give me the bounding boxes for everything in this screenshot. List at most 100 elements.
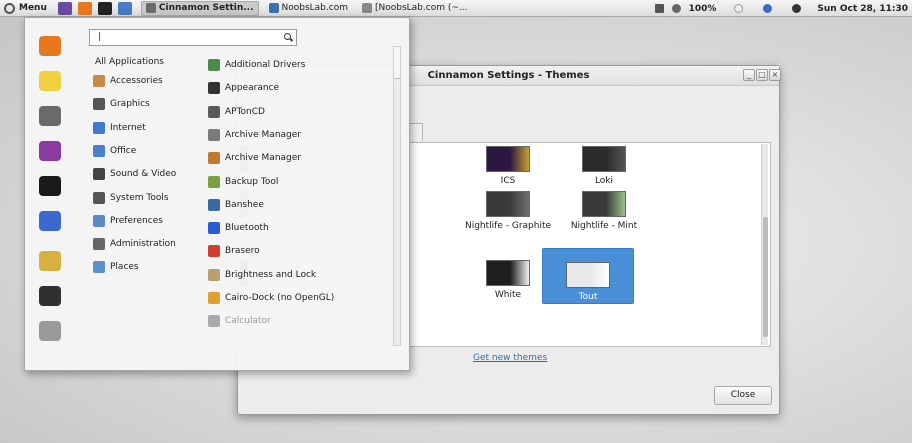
taskbar-item[interactable]: [NoobsLab.com (~... — [358, 1, 471, 16]
category-item[interactable]: Accessories — [93, 74, 163, 88]
category-item[interactable]: Office — [93, 144, 136, 158]
category-label: Sound & Video — [110, 169, 177, 180]
terminal-icon[interactable] — [97, 1, 112, 15]
app-label: Bluetooth — [225, 223, 269, 234]
lock-icon[interactable] — [39, 251, 61, 271]
theme-item[interactable]: White — [463, 260, 553, 301]
update-icon[interactable] — [734, 4, 744, 13]
scrollbar-thumb[interactable] — [763, 217, 768, 337]
menu-scrollbar-thumb[interactable] — [394, 47, 400, 79]
app-label: APTonCD — [225, 106, 265, 117]
volume-icon[interactable] — [671, 4, 681, 13]
taskbar: Cinnamon Settin... NoobsLab.com [NoobsLab.… — [135, 0, 472, 16]
theme-preview — [486, 146, 530, 172]
app-item[interactable]: Brasero — [208, 244, 260, 258]
category-item[interactable]: Sound & Video — [93, 167, 176, 181]
category-label: Places — [110, 262, 139, 273]
app-item[interactable]: APTonCD — [208, 105, 265, 119]
category-item[interactable]: Administration — [93, 237, 176, 251]
theme-name: Loki — [594, 176, 614, 186]
gear-icon — [4, 2, 15, 14]
app-item[interactable]: Cairo-Dock (no OpenGL) — [208, 291, 334, 305]
archive-icon — [208, 128, 220, 141]
photos-icon[interactable] — [57, 1, 72, 15]
app-label: Cairo-Dock (no OpenGL) — [225, 293, 335, 303]
system-tray: 100% Sun Oct 28, 11:30 — [651, 0, 912, 17]
theme-name: Nightlife - Mint — [570, 221, 638, 231]
theme-preview — [582, 191, 626, 217]
app-item[interactable]: Appearance — [208, 81, 279, 95]
close-button[interactable]: Close — [714, 386, 772, 405]
battery-percent[interactable]: 100% — [689, 4, 717, 14]
minimize-button[interactable]: _ — [743, 69, 755, 81]
category-item[interactable]: Internet — [93, 121, 146, 135]
calculator-icon — [208, 315, 220, 328]
get-new-themes-link[interactable]: Get new themes — [473, 353, 547, 363]
administration-icon — [93, 238, 105, 251]
firefox-icon[interactable] — [77, 1, 92, 15]
appearance-icon — [208, 82, 220, 95]
music-icon[interactable] — [39, 141, 61, 161]
theme-preview — [566, 262, 610, 288]
app-label: Backup Tool — [225, 176, 279, 187]
theme-item[interactable]: Tout — [542, 248, 634, 304]
category-item[interactable]: Places — [93, 260, 139, 274]
category-label: System Tools — [110, 192, 169, 203]
aptoncd-icon — [208, 105, 220, 118]
theme-preview — [582, 146, 626, 172]
firefox-icon[interactable] — [39, 36, 61, 56]
app-item[interactable]: Additional Drivers — [208, 58, 305, 72]
category-item[interactable]: Preferences — [93, 214, 163, 228]
window-icon — [268, 3, 279, 13]
app-label: Brasero — [225, 246, 260, 257]
app-item[interactable]: Banshee — [208, 198, 264, 212]
bluetooth-icon — [208, 222, 220, 235]
theme-item[interactable]: Loki — [559, 146, 649, 187]
category-item[interactable]: System Tools — [93, 191, 169, 205]
search-icon[interactable] — [284, 33, 291, 40]
power-icon[interactable] — [39, 286, 61, 306]
menu-button[interactable]: Menu — [0, 0, 51, 17]
device-icon[interactable] — [39, 321, 61, 341]
menu-scrollbar[interactable] — [393, 46, 401, 346]
theme-item[interactable]: Nightlife - Mint — [559, 191, 649, 232]
category-all-applications[interactable]: All Applications — [95, 57, 164, 67]
app-item[interactable]: Archive Manager — [208, 151, 301, 165]
internet-icon — [93, 121, 105, 134]
media-icon — [93, 168, 105, 181]
theme-item[interactable]: Nightlife - Graphite — [463, 191, 553, 232]
taskbar-item-label: [NoobsLab.com (~... — [374, 3, 468, 13]
terminal-icon[interactable] — [39, 176, 61, 196]
settings-icon[interactable] — [117, 1, 132, 15]
settings-icon[interactable] — [39, 106, 61, 126]
places-icon — [93, 261, 105, 274]
info-icon[interactable] — [763, 4, 773, 13]
category-label: Preferences — [110, 215, 163, 226]
app-item[interactable]: Backup Tool — [208, 175, 278, 189]
category-item[interactable]: Graphics — [93, 97, 150, 111]
app-label: Additional Drivers — [225, 60, 306, 70]
network-icon[interactable] — [654, 4, 664, 13]
themes-scrollbar[interactable] — [761, 144, 768, 345]
app-item[interactable]: Brightness and Lock — [208, 268, 316, 282]
app-item[interactable]: Archive Manager — [208, 128, 301, 142]
search-input[interactable]: | — [89, 29, 297, 46]
taskbar-item[interactable]: Cinnamon Settin... — [140, 0, 259, 16]
app-item[interactable]: Bluetooth — [208, 221, 269, 235]
close-window-button[interactable]: × — [769, 69, 781, 81]
theme-item[interactable]: ICS — [463, 146, 553, 187]
clock[interactable]: Sun Oct 28, 11:30 — [817, 4, 908, 14]
cloud-icon[interactable] — [792, 4, 802, 13]
maximize-button[interactable]: □ — [756, 69, 768, 81]
category-label: Accessories — [110, 76, 163, 86]
category-label: Office — [110, 145, 137, 156]
finder-icon[interactable] — [39, 211, 61, 231]
banshee-icon — [208, 198, 220, 211]
theme-name: White — [494, 290, 522, 300]
star-icon[interactable] — [39, 71, 61, 91]
app-item[interactable]: Calculator — [208, 314, 271, 328]
office-icon — [93, 144, 105, 157]
category-label: Internet — [110, 122, 146, 133]
system-tools-icon — [93, 191, 105, 204]
taskbar-item[interactable]: NoobsLab.com — [265, 1, 352, 16]
